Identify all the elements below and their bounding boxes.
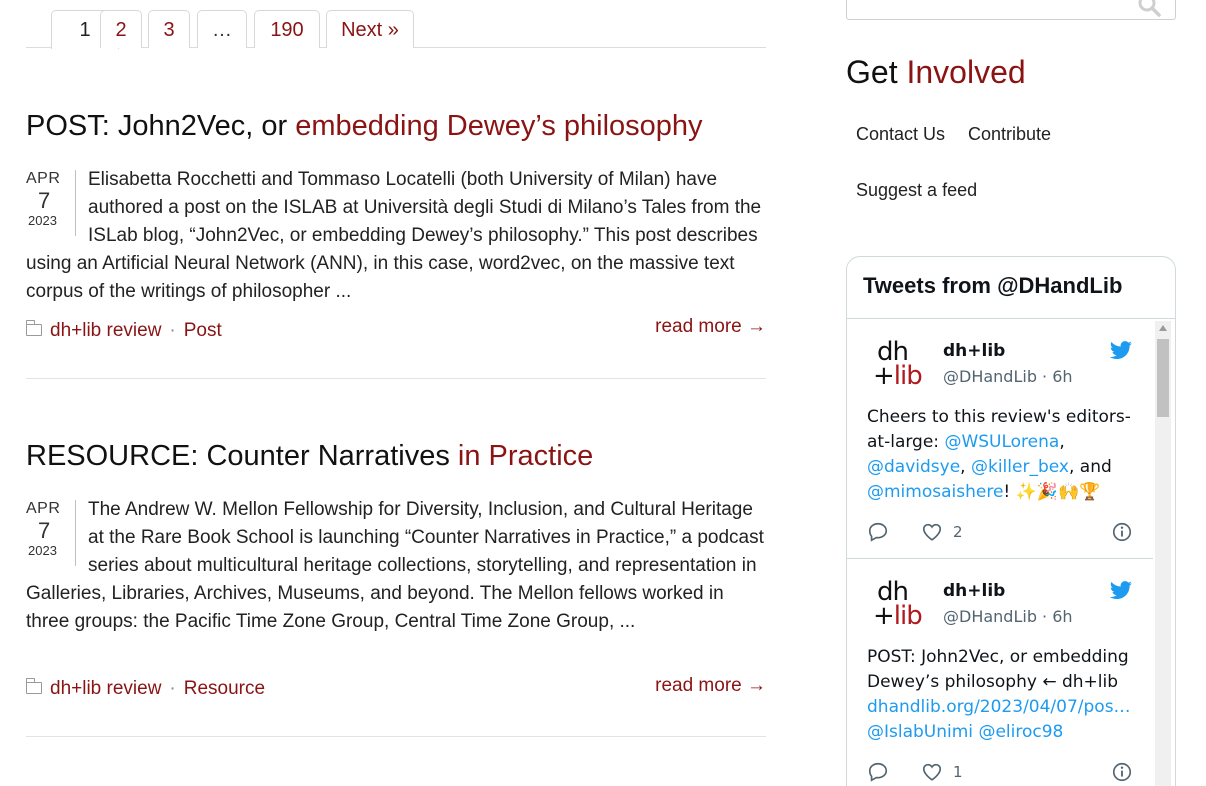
mention-link[interactable]: @eliroc98 xyxy=(978,722,1063,742)
category-link[interactable]: dh+lib review xyxy=(50,678,161,699)
search-input[interactable] xyxy=(846,0,1176,20)
info-icon[interactable] xyxy=(1111,521,1133,543)
tweet-link[interactable]: dhandlib.org/2023/04/07/pos… xyxy=(867,697,1131,717)
post-excerpt: The Andrew W. Mellon Fellowship for Dive… xyxy=(26,496,766,636)
mention-link[interactable]: @mimosaishere xyxy=(867,482,1003,502)
twitter-bird-icon[interactable] xyxy=(1109,581,1133,601)
scroll-up-icon[interactable] xyxy=(1159,325,1167,331)
mention-link[interactable]: @IslabUnimi xyxy=(867,722,973,742)
page-link-2[interactable]: 2 xyxy=(100,10,142,48)
heart-icon[interactable] xyxy=(921,521,943,543)
reply-icon[interactable] xyxy=(867,521,889,543)
post-title-link[interactable]: embedding Dewey’s philosophy xyxy=(295,110,702,142)
search-icon[interactable] xyxy=(1137,0,1161,17)
category-link[interactable]: Post xyxy=(184,320,222,341)
folder-icon xyxy=(25,320,42,336)
post-title-prefix: RESOURCE: Counter Narratives xyxy=(26,440,458,472)
tweet-text: POST: John2Vec, or embedding Dewey’s phi… xyxy=(867,647,1131,742)
tweet-text: Cheers to this review's editors-at-large… xyxy=(867,407,1131,502)
folder-icon xyxy=(25,678,42,694)
twitter-bird-icon[interactable] xyxy=(1109,341,1133,361)
category-link[interactable]: Resource xyxy=(184,678,265,699)
tweet-author-name[interactable]: dh+lib xyxy=(943,581,1005,601)
scrollbar[interactable] xyxy=(1155,321,1171,786)
post-excerpt: Elisabetta Rocchetti and Tommaso Locatel… xyxy=(26,166,766,306)
tweet-author-name[interactable]: dh+lib xyxy=(943,341,1005,361)
contribute-link[interactable]: Contribute xyxy=(968,124,1051,145)
category-link[interactable]: dh+lib review xyxy=(50,320,161,341)
pagination: 1 2 3 … 190 Next » xyxy=(26,0,766,49)
read-more-link[interactable]: read more → xyxy=(655,675,766,697)
info-icon[interactable] xyxy=(1111,761,1133,783)
mention-link[interactable]: @WSULorena xyxy=(944,432,1059,452)
tweet-author-handle[interactable]: @DHandLib · 6h xyxy=(943,607,1073,626)
tweet[interactable]: dh +lib dh+lib @DHandLib · 6h Cheers to … xyxy=(847,319,1153,559)
avatar[interactable]: dh +lib xyxy=(873,339,927,393)
divider xyxy=(26,378,766,379)
reply-icon[interactable] xyxy=(867,761,889,783)
post-title-link[interactable]: in Practice xyxy=(458,440,593,472)
contact-us-link[interactable]: Contact Us xyxy=(856,124,945,145)
next-page-link[interactable]: Next » xyxy=(326,10,414,48)
tweet-actions: 1 xyxy=(867,761,1133,785)
read-more-link[interactable]: read more → xyxy=(655,316,766,338)
tweet-author-handle[interactable]: @DHandLib · 6h xyxy=(943,367,1073,386)
twitter-header[interactable]: Tweets from @DHandLib xyxy=(847,257,1175,319)
post-title-prefix: POST: John2Vec, or xyxy=(26,110,296,142)
page-link-3[interactable]: 3 xyxy=(148,10,190,48)
like-count: 1 xyxy=(953,763,963,781)
post-categories: dh+lib review · Resource xyxy=(25,678,265,700)
tweet-actions: 2 xyxy=(867,521,1133,545)
mention-link[interactable]: @killer_bex xyxy=(971,457,1069,477)
twitter-timeline: Tweets from @DHandLib dh +lib dh+lib @DH… xyxy=(846,256,1176,786)
post-title: RESOURCE: Counter Narratives in Practice xyxy=(26,440,593,473)
tweet[interactable]: dh +lib dh+lib @DHandLib · 6h POST: John… xyxy=(847,559,1153,786)
divider xyxy=(26,736,766,737)
mention-link[interactable]: @davidsye xyxy=(867,457,960,477)
post-title: POST: John2Vec, or embedding Dewey’s phi… xyxy=(26,110,703,143)
suggest-feed-link[interactable]: Suggest a feed xyxy=(856,180,977,201)
post-excerpt-text: The Andrew W. Mellon Fellowship for Dive… xyxy=(26,499,764,632)
page-ellipsis: … xyxy=(197,10,247,48)
like-count: 2 xyxy=(953,523,963,541)
get-involved-heading: Get Involved xyxy=(846,54,1026,90)
avatar[interactable]: dh +lib xyxy=(873,579,927,633)
heart-icon[interactable] xyxy=(921,761,943,783)
scroll-thumb[interactable] xyxy=(1157,339,1169,417)
page-link-190[interactable]: 190 xyxy=(254,10,320,48)
post-excerpt-text: Elisabetta Rocchetti and Tommaso Locatel… xyxy=(26,169,762,302)
post-categories: dh+lib review · Post xyxy=(25,320,222,342)
